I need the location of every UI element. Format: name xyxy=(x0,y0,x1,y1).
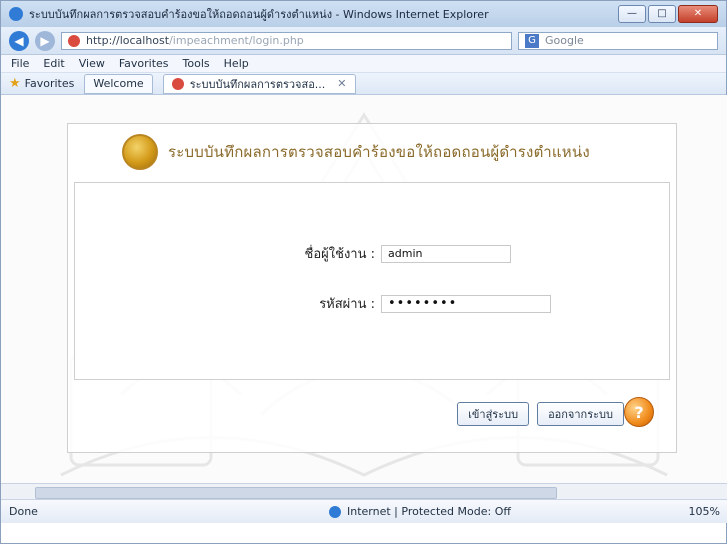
login-panel: ระบบบันทึกผลการตรวจสอบคำร้องขอให้ถอดถอนผ… xyxy=(67,123,677,453)
horizontal-scrollbar-thumb[interactable] xyxy=(35,487,557,499)
forward-arrow-icon[interactable]: ▶ xyxy=(35,30,55,51)
search-placeholder: Google xyxy=(545,34,584,47)
menu-help[interactable]: Help xyxy=(224,57,249,70)
browser-window: ระบบบันทึกผลการตรวจสอบคำร้องขอให้ถอดถอนผ… xyxy=(0,0,727,544)
security-zone-text: Internet | Protected Mode: Off xyxy=(347,505,511,518)
tab-welcome[interactable]: Welcome xyxy=(84,73,153,94)
favorites-button[interactable]: ★ Favorites xyxy=(9,76,74,91)
minimize-button[interactable]: — xyxy=(618,5,646,23)
logout-button[interactable]: ออกจากระบบ xyxy=(537,402,624,426)
username-row: ชื่อผู้ใช้งาน : admin xyxy=(75,243,669,264)
tab-impeachment[interactable]: ระบบบันทึกผลการตรวจสอ... ✕ xyxy=(162,73,356,94)
login-header: ระบบบันทึกผลการตรวจสอบคำร้องขอให้ถอดถอนผ… xyxy=(68,124,676,180)
navigation-bar: ◀ ▶ http:// localhost /impeachment/login… xyxy=(1,27,726,55)
address-bar[interactable]: http:// localhost /impeachment/login.php xyxy=(61,31,512,50)
zoom-level[interactable]: 105% xyxy=(689,505,720,518)
window-controls: — □ ✕ xyxy=(618,5,718,23)
tab-welcome-label: Welcome xyxy=(93,77,144,90)
password-label: รหัสผ่าน : xyxy=(319,297,375,312)
password-row: รหัสผ่าน : •••••••• xyxy=(75,293,669,314)
address-url-prefix: http:// xyxy=(86,34,120,47)
maximize-button[interactable]: □ xyxy=(648,5,676,23)
form-actions: เข้าสู่ระบบ ออกจากระบบ xyxy=(457,402,624,426)
window-title: ระบบบันทึกผลการตรวจสอบคำร้องขอให้ถอดถอนผ… xyxy=(29,8,489,21)
menu-view[interactable]: View xyxy=(79,57,105,70)
menu-edit[interactable]: Edit xyxy=(43,57,64,70)
favorites-label: Favorites xyxy=(24,77,75,90)
menu-tools[interactable]: Tools xyxy=(183,57,210,70)
horizontal-scrollbar[interactable] xyxy=(1,483,727,499)
menu-bar: File Edit View Favorites Tools Help xyxy=(1,55,726,73)
username-input[interactable]: admin xyxy=(381,244,511,263)
status-bar: Done Internet | Protected Mode: Off 105% xyxy=(1,499,727,523)
title-bar: ระบบบันทึกผลการตรวจสอบคำร้องขอให้ถอดถอนผ… xyxy=(1,1,726,27)
username-label: ชื่อผู้ใช้งาน : xyxy=(304,247,375,262)
security-zone: Internet | Protected Mode: Off xyxy=(329,505,689,518)
help-icon[interactable]: ? xyxy=(624,397,654,427)
page-content: ระบบบันทึกผลการตรวจสอบคำร้องขอให้ถอดถอนผ… xyxy=(1,95,727,483)
site-favicon-icon xyxy=(171,77,184,90)
google-search-icon: G xyxy=(525,33,539,48)
favorites-bar: ★ Favorites Welcome ระบบบันทึกผลการตรวจส… xyxy=(1,73,726,95)
internet-zone-icon xyxy=(329,505,341,518)
menu-file[interactable]: File xyxy=(11,57,29,70)
site-favicon-icon xyxy=(68,34,80,47)
password-input[interactable]: •••••••• xyxy=(381,294,551,313)
address-url-path: /impeachment/login.php xyxy=(169,34,304,47)
back-arrow-icon[interactable]: ◀ xyxy=(9,30,29,51)
login-button[interactable]: เข้าสู่ระบบ xyxy=(457,402,530,426)
address-url-host: localhost xyxy=(119,34,170,47)
status-right: 105% xyxy=(689,505,720,518)
menu-favorites[interactable]: Favorites xyxy=(119,57,169,70)
search-box[interactable]: G Google xyxy=(518,31,718,50)
star-icon: ★ xyxy=(9,76,21,91)
seal-icon xyxy=(122,134,158,170)
page-title: ระบบบันทึกผลการตรวจสอบคำร้องขอให้ถอดถอนผ… xyxy=(168,143,590,161)
close-tab-icon[interactable]: ✕ xyxy=(337,77,346,90)
ie-icon xyxy=(9,7,23,21)
close-button[interactable]: ✕ xyxy=(678,5,718,23)
status-text: Done xyxy=(9,505,38,518)
tab-impeachment-label: ระบบบันทึกผลการตรวจสอ... xyxy=(189,77,326,91)
login-form: ชื่อผู้ใช้งาน : admin รหัสผ่าน : •••••••… xyxy=(74,182,670,380)
